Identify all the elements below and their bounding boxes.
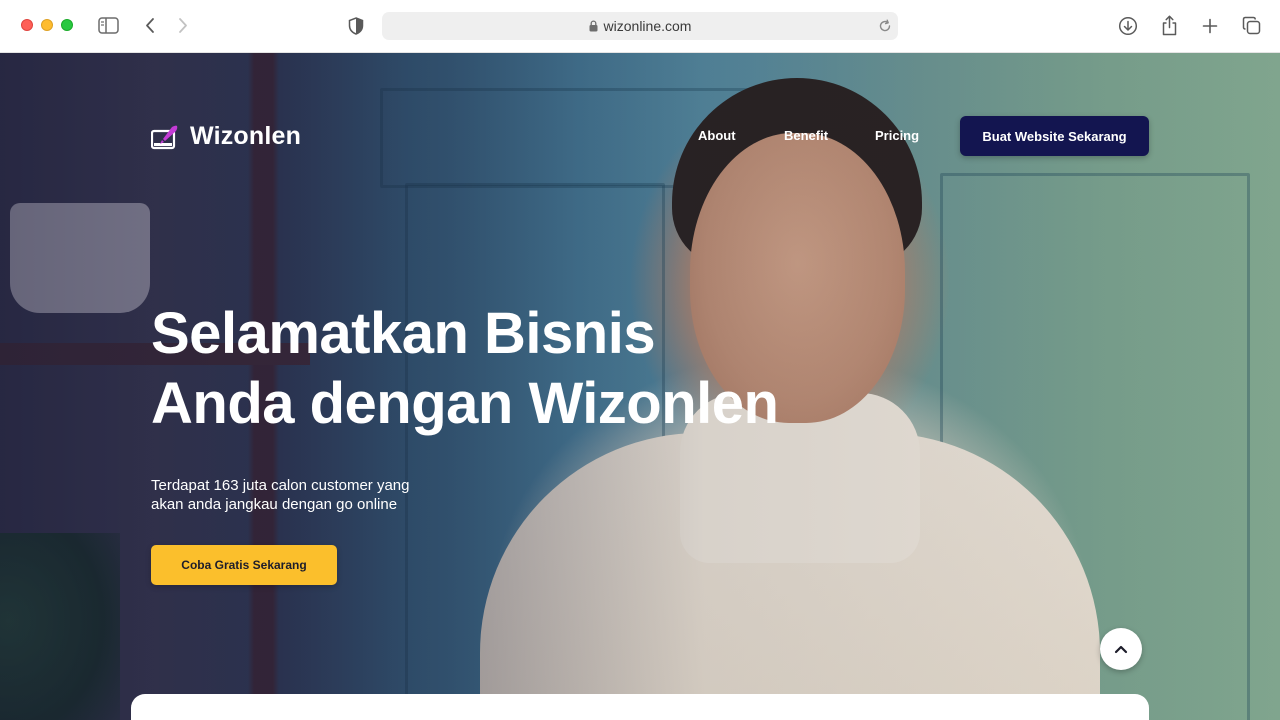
hero-subtext: Terdapat 163 juta calon customer yang ak…: [151, 476, 451, 514]
download-icon[interactable]: [1118, 16, 1138, 36]
hero-headline-line: Selamatkan Bisnis: [151, 301, 656, 366]
forward-icon[interactable]: [177, 17, 189, 34]
rocket-laptop-icon: [151, 125, 178, 149]
hero-headline-line: Anda dengan Wizonlen: [151, 371, 779, 436]
zoom-window-button[interactable]: [61, 19, 73, 31]
hero-subtext-line: akan anda jangkau dengan go online: [151, 496, 398, 513]
browser-toolbar: wizonline.com: [0, 0, 1280, 53]
hero-section: Wizonlen About Benefit Pricing Buat Webs…: [0, 53, 1280, 720]
address-bar[interactable]: wizonline.com: [382, 12, 898, 40]
hero-headline: Selamatkan Bisnis Anda dengan Wizonlen: [151, 299, 871, 439]
new-tab-icon[interactable]: [1202, 18, 1218, 34]
chevron-up-icon: [1114, 645, 1128, 654]
brand-name: Wizonlen: [190, 122, 302, 150]
scroll-to-top-button[interactable]: [1100, 628, 1142, 670]
close-window-button[interactable]: [21, 19, 33, 31]
create-website-button[interactable]: Buat Website Sekarang: [960, 116, 1149, 156]
back-icon[interactable]: [144, 17, 156, 34]
content-card: [131, 694, 1149, 720]
minimize-window-button[interactable]: [41, 19, 53, 31]
try-free-button[interactable]: Coba Gratis Sekarang: [151, 545, 337, 585]
privacy-shield-icon[interactable]: [348, 17, 364, 35]
share-icon[interactable]: [1161, 15, 1178, 36]
url-text: wizonline.com: [603, 18, 692, 34]
brand-logo[interactable]: Wizonlen: [151, 122, 301, 151]
sidebar-icon[interactable]: [98, 17, 119, 34]
hero-subtext-line: Terdapat 163 juta calon customer yang: [151, 477, 410, 494]
reload-icon[interactable]: [878, 19, 892, 36]
nav-link-benefit[interactable]: Benefit: [784, 128, 828, 143]
nav-link-pricing[interactable]: Pricing: [875, 128, 919, 143]
nav-link-about[interactable]: About: [698, 128, 736, 143]
tab-overview-icon[interactable]: [1242, 16, 1261, 35]
lock-icon: [589, 20, 598, 32]
